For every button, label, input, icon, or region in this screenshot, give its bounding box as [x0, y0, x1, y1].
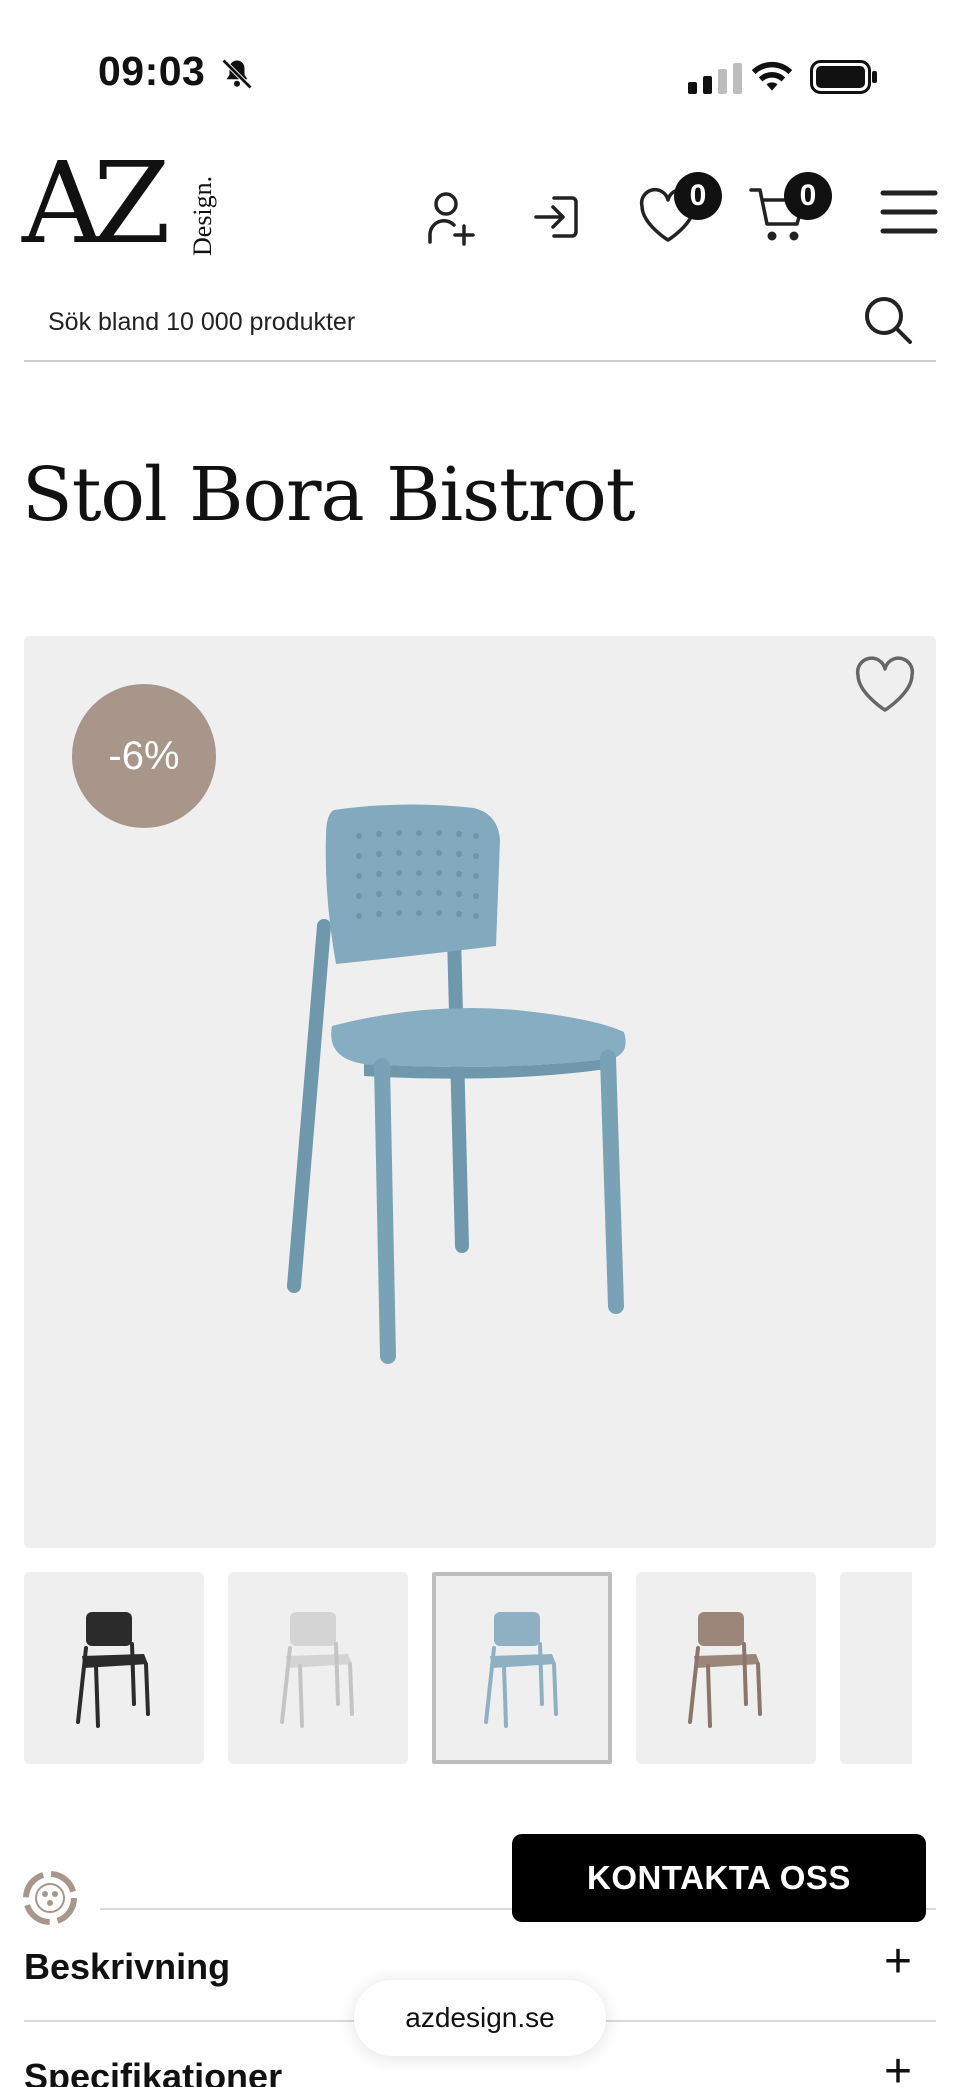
thumbnail-taupe[interactable]: [636, 1572, 816, 1764]
battery-icon: [810, 60, 877, 94]
expand-plus-icon[interactable]: +: [884, 1938, 912, 1986]
wishlist-count-badge: 0: [674, 172, 722, 220]
register-user-icon[interactable]: [426, 190, 476, 246]
status-bar: 09:03: [0, 0, 960, 150]
cellular-signal-icon: [688, 62, 742, 94]
product-main-image[interactable]: -6%: [24, 636, 936, 1548]
expand-plus-icon[interactable]: +: [884, 2050, 912, 2087]
chair-image: [287, 804, 626, 1364]
chair-thumbnail-image: [76, 1612, 150, 1728]
accordion-specifications-label: Specifikationer: [24, 2056, 283, 2087]
browser-url-pill[interactable]: azdesign.se: [354, 1980, 606, 2056]
search-input[interactable]: Sök bland 10 000 produkter: [48, 308, 355, 337]
accordion-description-label: Beskrivning: [24, 1946, 231, 1987]
search-bar[interactable]: Sök bland 10 000 produkter: [24, 288, 936, 362]
hamburger-menu-icon[interactable]: [880, 188, 938, 236]
chair-thumbnail-image: [484, 1612, 558, 1728]
discount-badge: -6%: [72, 684, 216, 828]
chair-thumbnail-image: [688, 1612, 762, 1728]
status-time: 09:03: [98, 48, 206, 94]
login-icon[interactable]: [532, 192, 582, 242]
cart-count-badge: 0: [784, 172, 832, 220]
thumbnail-green[interactable]: [840, 1572, 912, 1764]
logo-text: AZ: [22, 139, 171, 269]
recycle-icon[interactable]: [14, 1862, 86, 1934]
chair-thumbnail-image: [888, 1608, 912, 1728]
thumbnail-light-blue-selected[interactable]: [432, 1572, 612, 1764]
search-icon[interactable]: [862, 294, 914, 346]
product-title: Stol Bora Bistrot: [22, 452, 636, 538]
thumbnail-black[interactable]: [24, 1572, 204, 1764]
thumbnail-white[interactable]: [228, 1572, 408, 1764]
site-logo[interactable]: AZ Design.: [22, 148, 217, 260]
thumbnail-strip[interactable]: [24, 1572, 912, 1764]
chair-thumbnail-image: [280, 1612, 354, 1728]
wifi-icon: [751, 61, 793, 91]
contact-us-button[interactable]: KONTAKTA OSS: [512, 1834, 926, 1922]
bell-slash-icon: [221, 58, 253, 90]
logo-subtext: Design.: [188, 175, 217, 256]
add-to-favorites-heart-icon[interactable]: [854, 656, 916, 714]
